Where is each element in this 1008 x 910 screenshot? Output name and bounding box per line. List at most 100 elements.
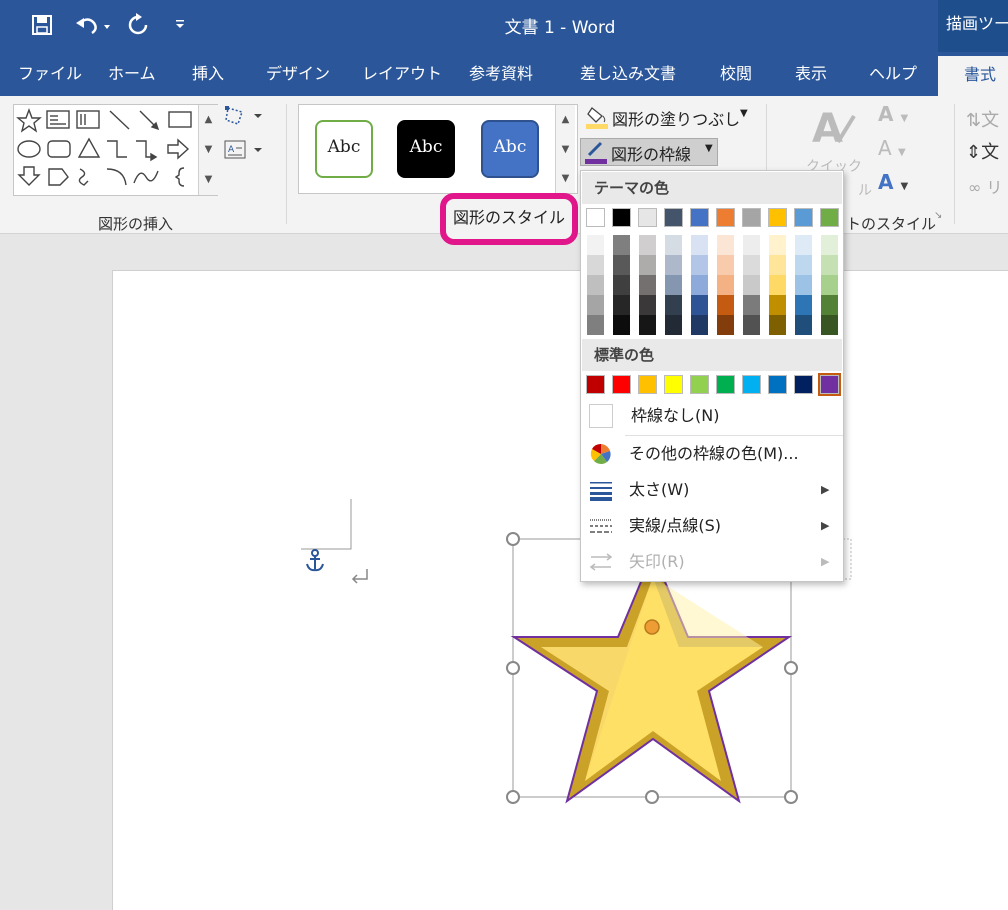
link-button[interactable]: ∞ リ	[968, 174, 1002, 198]
theme-shade-swatch[interactable]	[586, 295, 605, 315]
theme-shade-swatch[interactable]	[794, 255, 813, 275]
theme-shade-swatch[interactable]	[612, 295, 631, 315]
standard-color-swatch[interactable]	[612, 375, 631, 394]
theme-shade-swatch[interactable]	[768, 295, 787, 315]
dashes-item[interactable]: 実線/点線(S) ▶	[581, 509, 843, 543]
style-thumb-outline-green[interactable]: Abc	[315, 120, 373, 178]
theme-shade-swatch[interactable]	[638, 235, 657, 255]
theme-shade-swatch[interactable]	[716, 315, 735, 335]
tab-layout[interactable]: レイアウト	[362, 52, 442, 96]
theme-shade-swatch[interactable]	[716, 235, 735, 255]
theme-color-swatch[interactable]	[612, 208, 631, 227]
tab-home[interactable]: ホーム	[108, 52, 156, 96]
theme-shade-swatch[interactable]	[612, 235, 631, 255]
gallery-scroll-up[interactable]: ▲	[198, 105, 218, 135]
theme-shade-swatch[interactable]	[690, 315, 709, 335]
standard-color-swatch[interactable]	[690, 375, 709, 394]
theme-color-swatch[interactable]	[690, 208, 709, 227]
theme-shade-swatch[interactable]	[742, 235, 761, 255]
theme-shade-swatch[interactable]	[638, 275, 657, 295]
standard-color-swatch[interactable]	[742, 375, 761, 394]
theme-shade-swatch[interactable]	[586, 255, 605, 275]
align-text-button[interactable]: ⇕文	[966, 138, 999, 164]
theme-shade-swatch[interactable]	[820, 295, 839, 315]
theme-shade-swatch[interactable]	[742, 255, 761, 275]
gallery-scroll-down[interactable]: ▼	[198, 135, 218, 165]
theme-shade-swatch[interactable]	[794, 235, 813, 255]
tab-view[interactable]: 表示	[795, 52, 827, 96]
theme-shade-swatch[interactable]	[638, 315, 657, 335]
theme-shade-swatch[interactable]	[768, 255, 787, 275]
text-outline-icon[interactable]: A ▼	[878, 136, 924, 162]
theme-color-swatch[interactable]	[820, 208, 839, 227]
tab-insert[interactable]: 挿入	[192, 52, 224, 96]
tab-references[interactable]: 参考資料	[469, 52, 533, 96]
standard-color-swatch[interactable]	[664, 375, 683, 394]
tab-file[interactable]: ファイル	[18, 52, 82, 96]
theme-color-swatch[interactable]	[586, 208, 605, 227]
gallery-expand[interactable]: ▼	[198, 165, 218, 195]
standard-color-swatch[interactable]	[716, 375, 735, 394]
theme-shade-swatch[interactable]	[612, 255, 631, 275]
text-direction-button[interactable]: ⇅文	[966, 106, 999, 132]
theme-shade-swatch[interactable]	[664, 275, 683, 295]
style-gallery-expand[interactable]: ▼	[555, 165, 575, 193]
theme-shade-swatch[interactable]	[664, 315, 683, 335]
theme-shade-swatch[interactable]	[690, 295, 709, 315]
theme-shade-swatch[interactable]	[664, 255, 683, 275]
theme-shade-swatch[interactable]	[768, 315, 787, 335]
theme-shade-swatch[interactable]	[716, 295, 735, 315]
theme-color-swatch[interactable]	[794, 208, 813, 227]
theme-shade-swatch[interactable]	[586, 275, 605, 295]
theme-color-swatch[interactable]	[768, 208, 787, 227]
shape-styles-gallery[interactable]: Abc Abc Abc ▲ ▼ ▼	[298, 104, 578, 194]
text-effects-icon[interactable]: A ▼	[878, 170, 924, 196]
theme-shade-swatch[interactable]	[794, 315, 813, 335]
dialog-launcher-icon[interactable]: ↘	[934, 210, 942, 221]
theme-shade-swatch[interactable]	[820, 315, 839, 335]
theme-shade-swatch[interactable]	[586, 315, 605, 335]
theme-shade-swatch[interactable]	[586, 235, 605, 255]
theme-shade-swatch[interactable]	[820, 275, 839, 295]
theme-color-swatch[interactable]	[638, 208, 657, 227]
theme-shade-swatch[interactable]	[612, 315, 631, 335]
theme-shade-swatch[interactable]	[820, 235, 839, 255]
no-outline-item[interactable]: 枠線なし(N)	[581, 399, 843, 433]
shape-fill-button[interactable]: 図形の塗りつぶし ▼	[582, 104, 752, 132]
theme-shade-swatch[interactable]	[612, 275, 631, 295]
theme-shade-swatch[interactable]	[690, 235, 709, 255]
weight-item[interactable]: 太さ(W) ▶	[581, 473, 843, 507]
theme-shade-swatch[interactable]	[794, 295, 813, 315]
shapes-gallery[interactable]: ▲ ▼ ▼	[13, 104, 218, 196]
standard-color-swatch[interactable]	[586, 375, 605, 394]
more-outline-colors-item[interactable]: その他の枠線の色(M)...	[581, 437, 843, 471]
theme-color-swatch[interactable]	[742, 208, 761, 227]
theme-shade-swatch[interactable]	[768, 275, 787, 295]
theme-shade-swatch[interactable]	[690, 255, 709, 275]
theme-shade-swatch[interactable]	[742, 295, 761, 315]
standard-color-swatch[interactable]	[768, 375, 787, 394]
style-thumb-black[interactable]: Abc	[397, 120, 455, 178]
text-box-icon[interactable]: A	[222, 138, 266, 166]
shape-outline-button[interactable]: 図形の枠線 ▼	[580, 138, 718, 166]
theme-shade-swatch[interactable]	[742, 315, 761, 335]
theme-shade-swatch[interactable]	[638, 295, 657, 315]
theme-shade-swatch[interactable]	[716, 255, 735, 275]
theme-shade-swatch[interactable]	[820, 255, 839, 275]
quick-styles-icon[interactable]: A	[808, 102, 860, 154]
theme-shade-swatch[interactable]	[664, 295, 683, 315]
standard-color-swatch[interactable]	[638, 375, 657, 394]
theme-shade-swatch[interactable]	[794, 275, 813, 295]
edit-shape-icon[interactable]	[222, 104, 266, 132]
theme-shade-swatch[interactable]	[742, 275, 761, 295]
standard-color-swatch[interactable]	[794, 375, 813, 394]
tab-help[interactable]: ヘルプ	[869, 52, 917, 96]
theme-shade-swatch[interactable]	[690, 275, 709, 295]
tab-design[interactable]: デザイン	[266, 52, 330, 96]
tab-format[interactable]: 書式	[938, 56, 1008, 96]
style-gallery-scroll-down[interactable]: ▼	[555, 135, 575, 165]
tab-mailings[interactable]: 差し込み文書	[580, 52, 676, 96]
theme-color-swatch[interactable]	[664, 208, 683, 227]
style-gallery-scroll-up[interactable]: ▲	[555, 105, 575, 135]
text-fill-icon[interactable]: A ▼	[878, 102, 924, 128]
